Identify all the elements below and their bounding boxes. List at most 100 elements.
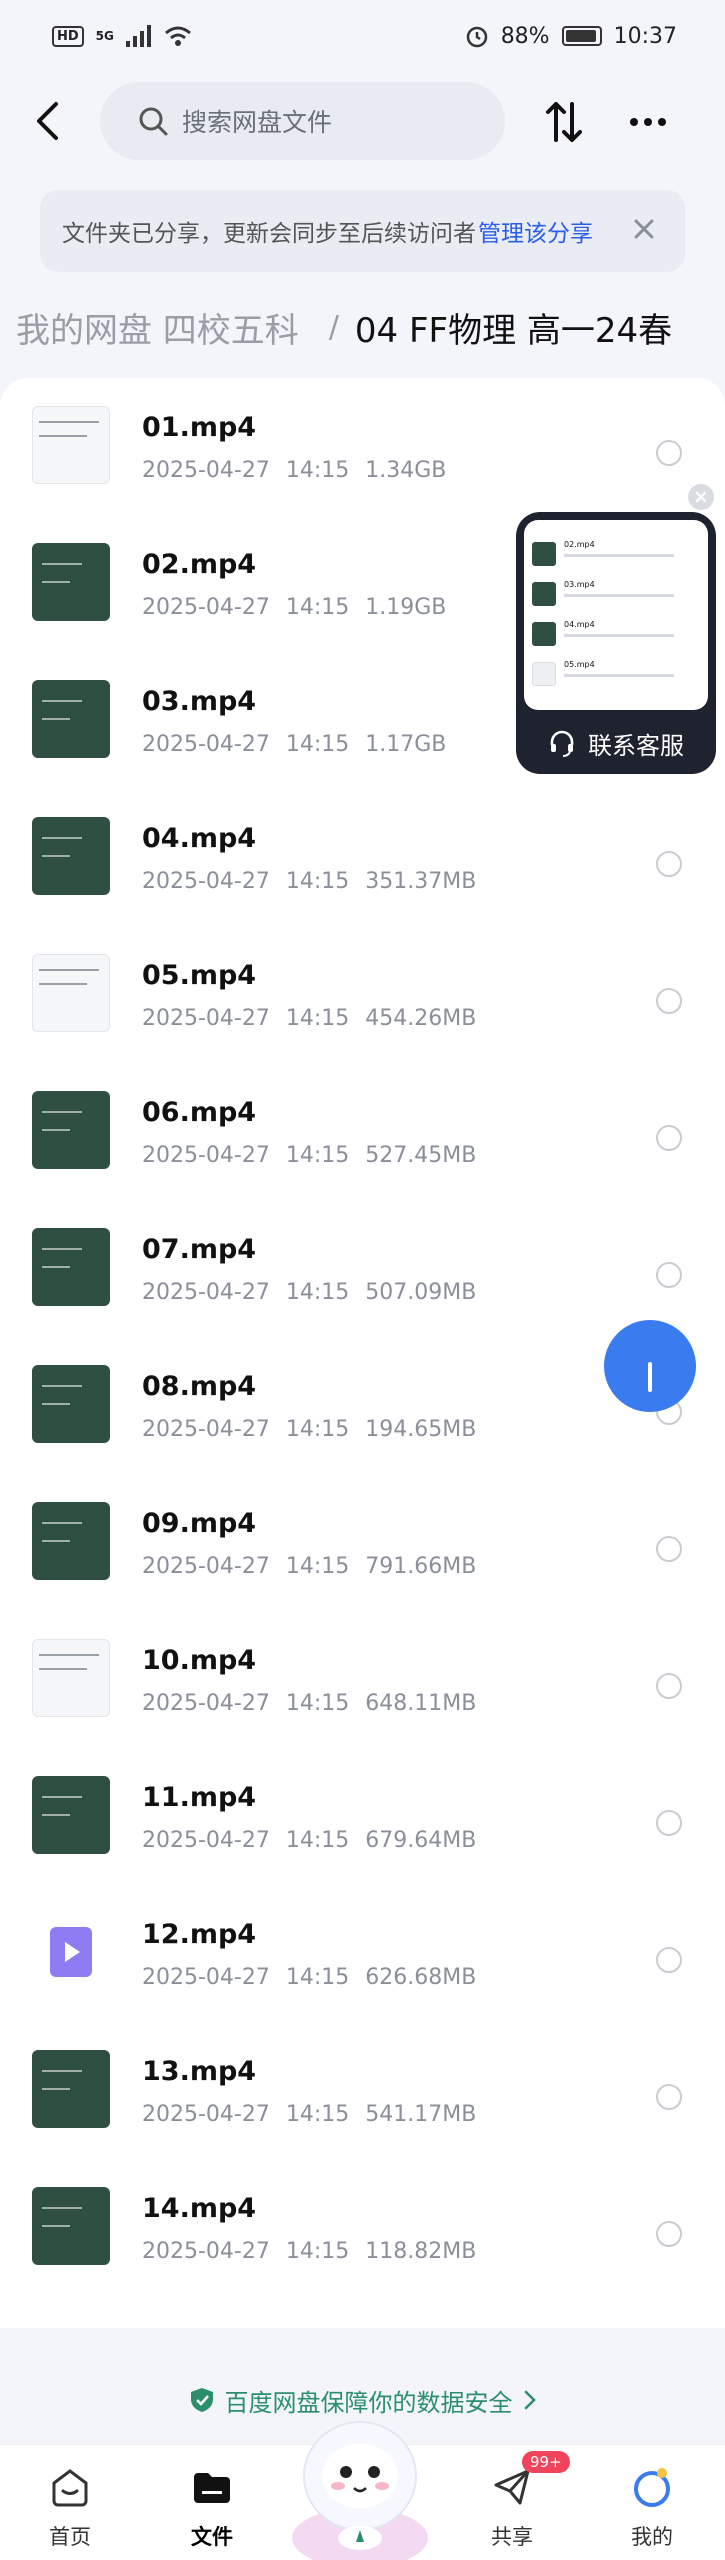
file-row[interactable]: 11.mp4 2025-04-27 14:15 679.64MB <box>0 1758 725 1895</box>
file-name: 06.mp4 <box>142 1097 257 1128</box>
file-row[interactable]: 13.mp4 2025-04-27 14:15 541.17MB <box>0 2032 725 2169</box>
headset-icon <box>550 730 574 757</box>
file-date: 2025-04-27 <box>142 1554 270 1579</box>
nav-share[interactable]: 99+ 共享 <box>452 2445 572 2560</box>
upload-fab-button[interactable] <box>604 1320 696 1412</box>
cs-preview-name: 03.mp4 <box>564 580 595 589</box>
mascot-icon[interactable] <box>290 2398 430 2560</box>
file-size: 791.66MB <box>365 1554 477 1579</box>
home-icon <box>52 2469 88 2507</box>
share-badge: 99+ <box>522 2451 570 2473</box>
file-size: 527.45MB <box>365 1143 477 1168</box>
select-radio[interactable] <box>656 1536 682 1562</box>
file-size: 1.17GB <box>365 732 447 757</box>
status-right: 88% 10:37 <box>465 24 677 49</box>
select-radio[interactable] <box>656 1262 682 1288</box>
nav-home[interactable]: 首页 <box>10 2445 130 2560</box>
notice-text: 文件夹已分享，更新会同步至后续访问者 <box>62 221 476 247</box>
file-row[interactable]: 05.mp4 2025-04-27 14:15 454.26MB <box>0 936 725 1073</box>
top-bar: 搜索网盘文件 <box>0 78 725 168</box>
file-size: 118.82MB <box>365 2239 477 2264</box>
file-name: 01.mp4 <box>142 412 257 443</box>
cs-preview-row: 04.mp4 <box>532 618 700 652</box>
more-dot-icon <box>658 118 666 126</box>
select-radio[interactable] <box>656 988 682 1014</box>
customer-service-label[interactable]: 联系客服 <box>516 718 716 768</box>
file-row[interactable]: 10.mp4 2025-04-27 14:15 648.11MB <box>0 1621 725 1758</box>
file-meta: 2025-04-27 14:15 1.17GB <box>142 732 462 757</box>
share-notice: 文件夹已分享，更新会同步至后续访问者 管理该分享 <box>40 190 685 272</box>
file-date: 2025-04-27 <box>142 458 270 483</box>
file-thumbnail <box>32 2050 110 2128</box>
alarm-icon <box>466 26 487 48</box>
file-row[interactable]: 12.mp4 2025-04-27 14:15 626.68MB <box>0 1895 725 2032</box>
file-date: 2025-04-27 <box>142 595 270 620</box>
profile-icon <box>634 2468 670 2507</box>
file-row[interactable]: 14.mp4 2025-04-27 14:15 118.82MB <box>0 2169 725 2306</box>
select-radio[interactable] <box>656 1125 682 1151</box>
file-thumbnail <box>32 406 110 484</box>
back-button[interactable] <box>22 96 72 146</box>
file-date: 2025-04-27 <box>142 2102 270 2127</box>
customer-service-widget[interactable]: 02.mp4 03.mp4 04.mp4 05.mp4 联系客服 <box>516 512 716 774</box>
file-thumbnail <box>32 1502 110 1580</box>
file-name: 04.mp4 <box>142 823 257 854</box>
select-radio[interactable] <box>656 2221 682 2247</box>
cs-preview-thumb <box>532 662 556 686</box>
file-date: 2025-04-27 <box>142 1828 270 1853</box>
file-size: 351.37MB <box>365 869 477 894</box>
file-time: 14:15 <box>285 1417 350 1442</box>
close-icon[interactable] <box>629 214 659 244</box>
select-radio[interactable] <box>656 1947 682 1973</box>
file-time: 14:15 <box>285 1554 350 1579</box>
file-time: 14:15 <box>285 1828 350 1853</box>
breadcrumb-current: 04 FF物理 高一24春 <box>354 310 673 351</box>
select-radio[interactable] <box>656 440 682 466</box>
nav-share-label: 共享 <box>491 2525 533 2549</box>
cs-close-button[interactable] <box>688 484 714 510</box>
file-row[interactable]: 06.mp4 2025-04-27 14:15 527.45MB <box>0 1073 725 1210</box>
nav-files[interactable]: 文件 <box>152 2445 272 2560</box>
select-radio[interactable] <box>656 851 682 877</box>
file-meta: 2025-04-27 14:15 118.82MB <box>142 2239 492 2264</box>
file-time: 14:15 <box>285 1280 350 1305</box>
file-meta: 2025-04-27 14:15 1.19GB <box>142 595 462 620</box>
cs-preview-thumb <box>532 582 556 606</box>
breadcrumb: 我的网盘 四校五科 / 04 FF物理 高一24春 <box>16 292 725 362</box>
select-radio[interactable] <box>656 2084 682 2110</box>
file-thumbnail <box>32 1091 110 1169</box>
file-name: 11.mp4 <box>142 1782 257 1813</box>
file-name: 03.mp4 <box>142 686 257 717</box>
folder-icon <box>194 2473 230 2503</box>
file-thumbnail <box>32 1365 110 1443</box>
file-name: 14.mp4 <box>142 2193 257 2224</box>
file-size: 541.17MB <box>365 2102 477 2127</box>
file-time: 14:15 <box>285 2102 350 2127</box>
file-name: 09.mp4 <box>142 1508 257 1539</box>
search-input[interactable]: 搜索网盘文件 <box>100 82 505 160</box>
cs-preview-meta <box>564 634 674 637</box>
search-icon <box>139 107 168 136</box>
status-left: HD 5G <box>52 25 192 47</box>
file-time: 14:15 <box>285 1006 350 1031</box>
file-meta: 2025-04-27 14:15 791.66MB <box>142 1554 492 1579</box>
file-date: 2025-04-27 <box>142 1691 270 1716</box>
file-name: 08.mp4 <box>142 1371 257 1402</box>
breadcrumb-parent[interactable]: 我的网盘 四校五科 <box>16 303 299 352</box>
file-row[interactable]: 07.mp4 2025-04-27 14:15 507.09MB <box>0 1210 725 1347</box>
select-radio[interactable] <box>656 1673 682 1699</box>
sort-button[interactable] <box>536 94 592 150</box>
more-options-button[interactable] <box>618 94 678 150</box>
file-row[interactable]: 09.mp4 2025-04-27 14:15 791.66MB <box>0 1484 725 1621</box>
nav-profile[interactable]: 我的 <box>592 2445 712 2560</box>
file-date: 2025-04-27 <box>142 1143 270 1168</box>
file-size: 679.64MB <box>365 1828 477 1853</box>
select-radio[interactable] <box>656 1810 682 1836</box>
file-meta: 2025-04-27 14:15 679.64MB <box>142 1828 492 1853</box>
file-meta: 2025-04-27 14:15 1.34GB <box>142 458 462 483</box>
file-row[interactable]: 04.mp4 2025-04-27 14:15 351.37MB <box>0 799 725 936</box>
file-row[interactable]: 01.mp4 2025-04-27 14:15 1.34GB <box>0 388 725 525</box>
file-thumbnail <box>32 817 110 895</box>
battery-icon <box>561 26 602 46</box>
manage-share-link[interactable]: 管理该分享 <box>478 214 593 248</box>
